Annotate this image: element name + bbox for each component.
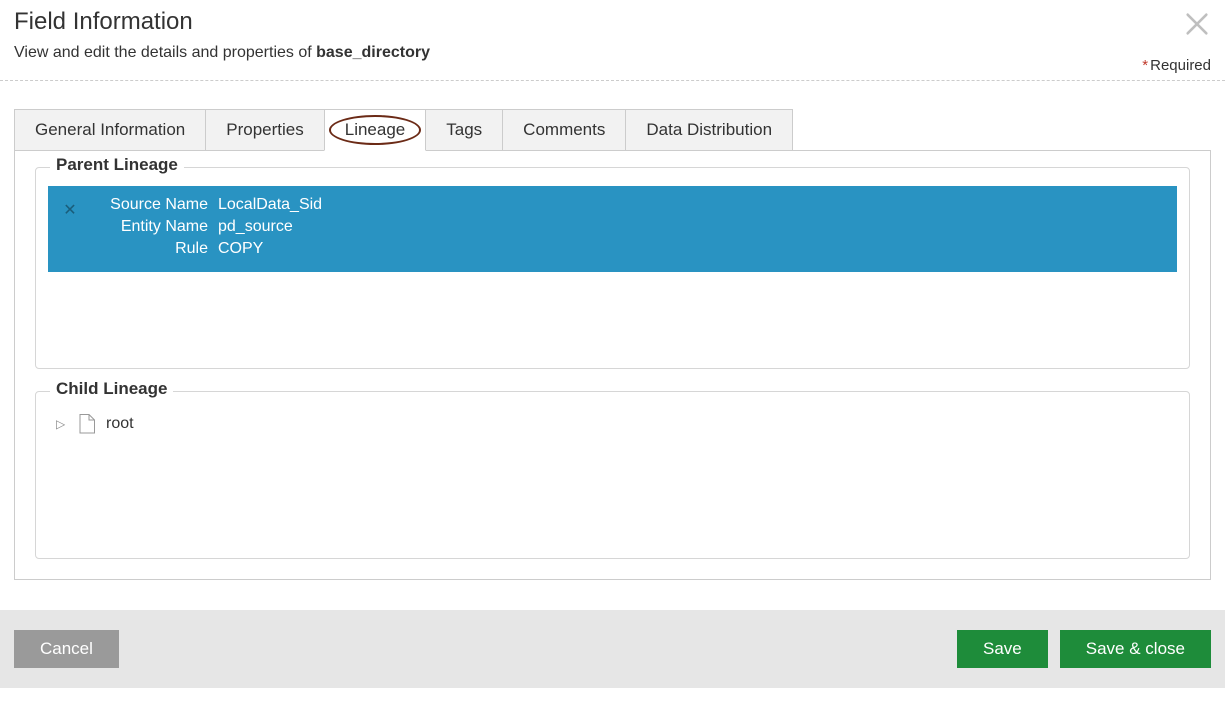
tree-node-label: root <box>106 415 134 433</box>
child-lineage-legend: Child Lineage <box>50 379 173 399</box>
tab-data-distribution[interactable]: Data Distribution <box>625 109 793 151</box>
tab-lineage[interactable]: Lineage <box>324 109 427 151</box>
entity-name-label: Entity Name <box>98 218 208 236</box>
required-indicator: *Required <box>1142 57 1211 74</box>
tree-node-root[interactable]: ▷ root <box>56 410 1169 438</box>
cancel-button[interactable]: Cancel <box>14 630 119 668</box>
parent-lineage-item[interactable]: ✕ Source Name LocalData_Sid Entity Name … <box>48 186 1177 272</box>
rule-value: COPY <box>218 240 322 258</box>
tab-general-information[interactable]: General Information <box>14 109 206 151</box>
source-name-value: LocalData_Sid <box>218 196 322 214</box>
save-close-button[interactable]: Save & close <box>1060 630 1211 668</box>
entity-name-value: pd_source <box>218 218 322 236</box>
page-subtitle: View and edit the details and properties… <box>14 44 1211 62</box>
close-icon[interactable] <box>1183 10 1211 38</box>
tab-bar: General Information Properties Lineage T… <box>14 109 1211 151</box>
tab-comments[interactable]: Comments <box>502 109 626 151</box>
tab-properties[interactable]: Properties <box>205 109 324 151</box>
child-lineage-group: Child Lineage ▷ root <box>35 391 1190 559</box>
tab-tags[interactable]: Tags <box>425 109 503 151</box>
entity-name: base_directory <box>316 44 430 61</box>
parent-lineage-group: Parent Lineage ✕ Source Name LocalData_S… <box>35 167 1190 369</box>
file-icon <box>78 414 96 434</box>
rule-label: Rule <box>98 240 208 258</box>
save-button[interactable]: Save <box>957 630 1048 668</box>
source-name-label: Source Name <box>98 196 208 214</box>
page-title: Field Information <box>14 8 1211 36</box>
remove-icon[interactable]: ✕ <box>62 200 78 220</box>
tab-panel-lineage: Parent Lineage ✕ Source Name LocalData_S… <box>14 150 1211 580</box>
expand-icon[interactable]: ▷ <box>56 417 68 431</box>
parent-lineage-legend: Parent Lineage <box>50 155 184 175</box>
dialog-footer: Cancel Save Save & close <box>0 610 1225 688</box>
